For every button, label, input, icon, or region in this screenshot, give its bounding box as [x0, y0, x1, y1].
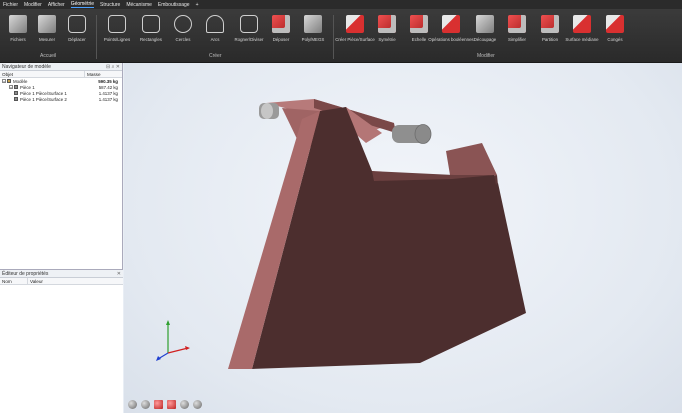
create-part-icon: [346, 15, 364, 33]
midsurface-icon: [573, 15, 591, 33]
move-icon: [68, 15, 86, 33]
arcs-icon: [206, 15, 224, 33]
symmetry-icon: [378, 15, 396, 33]
partition-button[interactable]: Partition: [533, 13, 567, 53]
column-name[interactable]: Nom: [0, 278, 28, 284]
deposit-button[interactable]: Déposer: [264, 13, 298, 53]
files-icon: [9, 15, 27, 33]
property-editor-title: Éditeur de propriétés: [2, 270, 49, 277]
symmetry-button[interactable]: Symétrie: [370, 13, 404, 53]
view-cube-icon[interactable]: [128, 400, 137, 409]
close-icon[interactable]: ✕: [116, 64, 120, 70]
menu-structure[interactable]: Structure: [100, 2, 120, 8]
3d-viewport[interactable]: [124, 63, 682, 413]
x-axis-icon: [167, 347, 189, 354]
model-browser-header: Navigateur de modèle ⊟ ⌕ ✕: [0, 63, 122, 71]
view-toolbar: [128, 400, 206, 409]
property-editor-header: Éditeur de propriétés ✕: [0, 270, 123, 278]
scale-icon: [410, 15, 428, 33]
column-value[interactable]: Valeur: [28, 278, 121, 284]
property-editor-columns: Nom Valeur: [0, 278, 123, 285]
group-label-creer: Créer: [209, 53, 222, 59]
circles-icon: [174, 15, 192, 33]
simplify-icon: [508, 15, 526, 33]
column-mass[interactable]: Masse: [85, 71, 121, 77]
part-icon: [14, 91, 18, 95]
cut-button[interactable]: Découpage: [468, 13, 502, 53]
partition-icon: [541, 15, 559, 33]
fillets-button[interactable]: Congés: [598, 13, 632, 53]
boolean-icon: [442, 15, 460, 33]
fillets-icon: [606, 15, 624, 33]
model-browser-title: Navigateur de modèle: [2, 63, 51, 70]
model-browser-columns: Objet Masse: [0, 71, 122, 78]
poly-icon: [304, 15, 322, 33]
cut-icon: [476, 15, 494, 33]
tree-row-part[interactable]: − Pièce 1 587.42 kg: [0, 84, 122, 90]
search-icon[interactable]: ⌕: [112, 64, 115, 70]
scale-button[interactable]: Echelle: [402, 13, 436, 53]
close-icon[interactable]: ✕: [117, 271, 121, 277]
model-icon: [7, 79, 11, 83]
menu-geometrie[interactable]: Géométrie: [70, 1, 95, 8]
points-lines-button[interactable]: Points/Lignes: [100, 13, 134, 53]
measure-icon: [38, 15, 56, 33]
measure-button[interactable]: Mesurer: [30, 13, 64, 53]
expand-icon[interactable]: −: [2, 79, 6, 84]
x-arrow-icon: [185, 346, 190, 350]
ribbon: Fichiers Mesurer Déplacer Accueil Points…: [0, 9, 682, 63]
boolean-button[interactable]: Opérations booléennes: [428, 13, 474, 53]
clip-icon[interactable]: [167, 400, 176, 409]
section-icon[interactable]: [154, 400, 163, 409]
menu-bar: Fichier Modifier Afficher Géométrie Stru…: [0, 0, 682, 9]
menu-mecanisme[interactable]: Mécanisme: [126, 2, 152, 8]
arcs-button[interactable]: Arcs: [198, 13, 232, 53]
part-icon: [14, 97, 18, 101]
zoom-icon[interactable]: [180, 400, 189, 409]
rotate-icon[interactable]: [141, 400, 150, 409]
menu-add-tab[interactable]: +: [196, 2, 199, 8]
part-front-face: [252, 107, 526, 369]
circles-button[interactable]: Cercles: [166, 13, 200, 53]
tree-row-part[interactable]: Pièce 1 Pièce/Surface 2 1.4137 kg: [0, 96, 122, 102]
part-icon: [14, 85, 18, 89]
group-label-modifier: Modifier: [477, 53, 495, 59]
create-part-button[interactable]: Créer Pièce/Surface: [335, 13, 375, 53]
y-arrow-icon: [166, 320, 170, 325]
model-browser-tools: ⊟ ⌕ ✕: [106, 64, 120, 70]
tree-row-model[interactable]: − Modèle 590.35 kg: [0, 78, 122, 84]
menu-modifier[interactable]: Modifier: [24, 2, 42, 8]
trim-split-button[interactable]: Rogner/Diviser: [232, 13, 266, 53]
points-lines-icon: [108, 15, 126, 33]
property-editor: Éditeur de propriétés ✕ Nom Valeur: [0, 269, 123, 413]
rectangles-button[interactable]: Rectangles: [134, 13, 168, 53]
menu-emboutissage[interactable]: Emboutissage: [158, 2, 190, 8]
trim-split-icon: [240, 15, 258, 33]
simplify-button[interactable]: Simplifier: [500, 13, 534, 53]
column-object[interactable]: Objet: [0, 71, 85, 77]
z-arrow-icon: [156, 356, 161, 361]
poly-button[interactable]: Poly/MEGS: [296, 13, 330, 53]
pin-icon[interactable]: ⊟: [106, 64, 110, 70]
move-button[interactable]: Déplacer: [60, 13, 94, 53]
model-render[interactable]: [124, 63, 682, 413]
menu-fichier[interactable]: Fichier: [3, 2, 18, 8]
deposit-icon: [272, 15, 290, 33]
midsurface-button[interactable]: Surface médiane: [565, 13, 599, 53]
tree-row-part[interactable]: Pièce 1 Pièce/Surface 1 1.4137 kg: [0, 90, 122, 96]
expand-icon[interactable]: −: [9, 85, 13, 90]
group-label-accueil: Accueil: [40, 53, 57, 59]
pan-icon[interactable]: [193, 400, 202, 409]
right-cylinder-end: [414, 124, 432, 144]
menu-afficher[interactable]: Afficher: [48, 2, 65, 8]
left-cylinder-end: [261, 103, 273, 119]
ribbon-separator: [333, 15, 334, 59]
rectangles-icon: [142, 15, 160, 33]
ribbon-separator: [96, 15, 97, 59]
